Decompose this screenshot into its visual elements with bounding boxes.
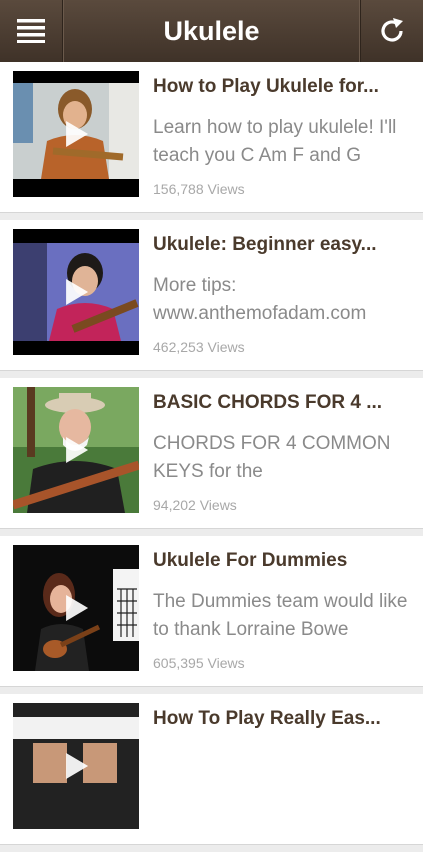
- video-item[interactable]: How To Play Really Eas...: [0, 694, 423, 845]
- video-thumbnail[interactable]: [13, 703, 139, 829]
- video-description: More tips: www.anthemofadam.com: [153, 275, 367, 324]
- play-icon: [66, 121, 89, 147]
- video-title[interactable]: Ukulele: Beginner easy...: [153, 234, 415, 256]
- view-count: 94,202 Views: [153, 497, 237, 513]
- video-title[interactable]: How to Play Ukulele for...: [153, 76, 415, 98]
- video-thumbnail[interactable]: [13, 71, 139, 197]
- refresh-button[interactable]: [360, 0, 423, 62]
- view-count: 156,788 Views: [153, 181, 245, 197]
- video-item[interactable]: Ukulele For Dummies The Dummies team wou…: [0, 536, 423, 687]
- video-item[interactable]: Ukulele: Beginner easy... More tips: www…: [0, 220, 423, 371]
- video-list: How to Play Ukulele for... Learn how to …: [0, 62, 423, 852]
- video-thumbnail[interactable]: [13, 545, 139, 671]
- refresh-icon: [381, 18, 403, 42]
- video-item[interactable]: How to Play Ukulele for... Learn how to …: [0, 62, 423, 213]
- view-count: 462,253 Views: [153, 339, 245, 355]
- video-thumbnail[interactable]: [13, 387, 139, 513]
- video-description: CHORDS FOR 4 COMMON KEYS for the: [153, 433, 391, 482]
- hamburger-menu-icon: [17, 19, 45, 43]
- video-description: Learn how to play ukulele! I'll teach yo…: [153, 117, 397, 166]
- view-count: 605,395 Views: [153, 655, 245, 671]
- play-icon: [66, 279, 89, 305]
- video-description: [153, 746, 418, 802]
- video-item[interactable]: BASIC CHORDS FOR 4 ... CHORDS FOR 4 COMM…: [0, 378, 423, 529]
- play-icon: [66, 753, 89, 779]
- video-description: The Dummies team would like to thank Lor…: [153, 591, 408, 640]
- video-title[interactable]: Ukulele For Dummies: [153, 550, 415, 572]
- play-icon: [66, 595, 89, 621]
- video-thumbnail[interactable]: [13, 229, 139, 355]
- app-header: Ukulele: [0, 0, 423, 62]
- video-title[interactable]: BASIC CHORDS FOR 4 ...: [153, 392, 415, 414]
- menu-button[interactable]: [0, 0, 63, 62]
- play-icon: [66, 437, 89, 463]
- page-title: Ukulele: [163, 15, 260, 46]
- video-title[interactable]: How To Play Really Eas...: [153, 708, 415, 730]
